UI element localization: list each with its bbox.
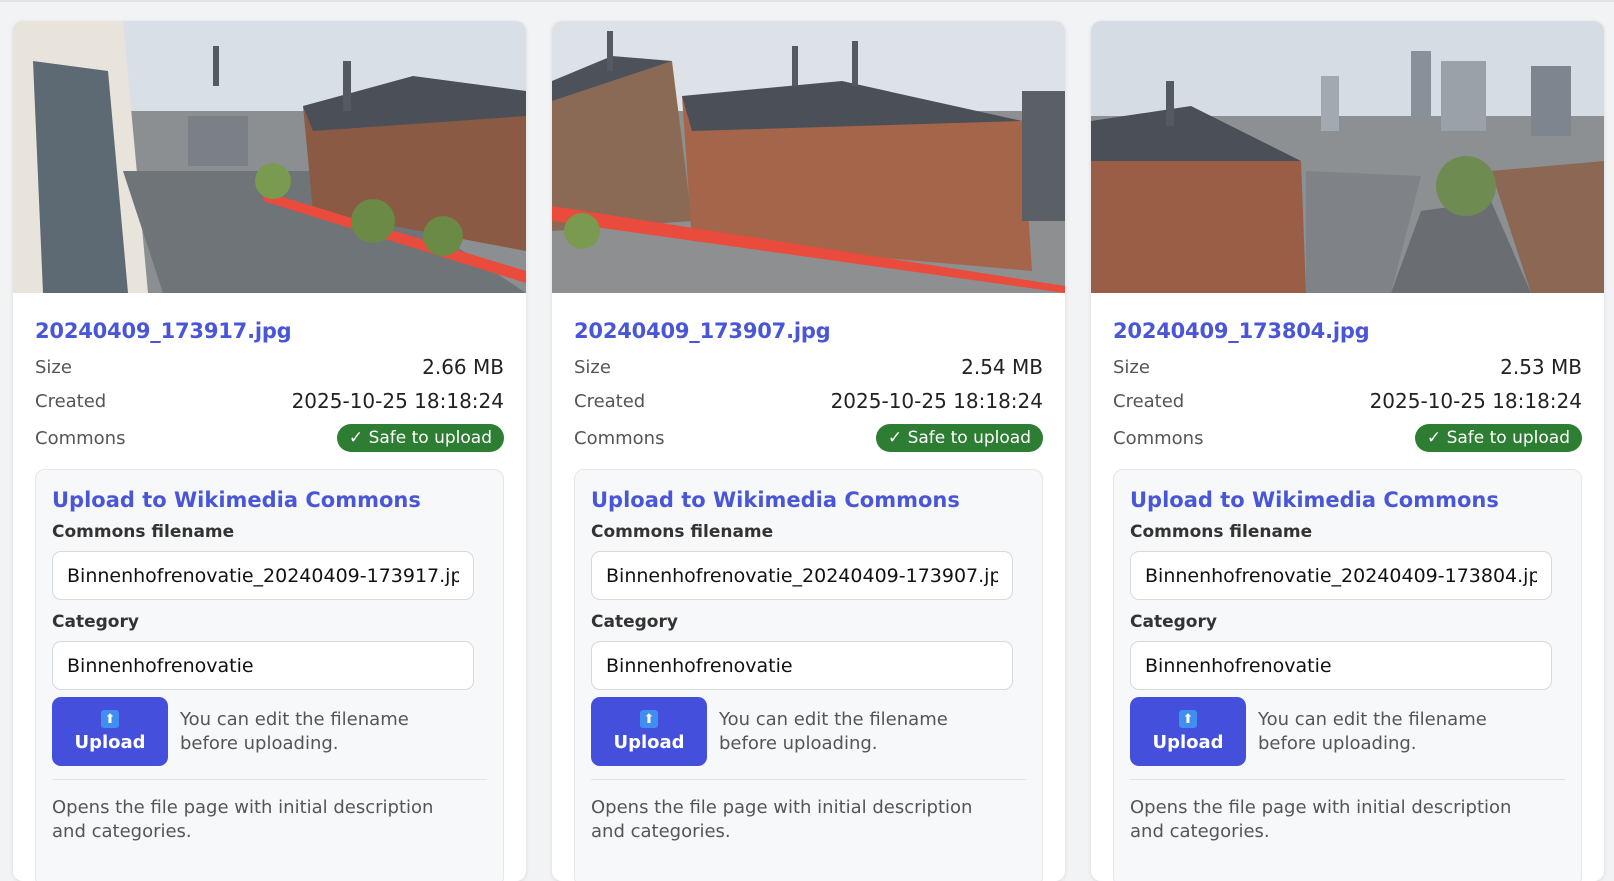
edit-hint: You can edit the filename before uploadi… xyxy=(180,708,409,754)
safe-status-badge: ✓ Safe to upload xyxy=(1414,424,1582,452)
file-card: 20240409_173907.jpg Size 2.54 MB Created… xyxy=(552,21,1065,881)
upload-description: Opens the file page with initial descrip… xyxy=(591,797,973,842)
file-name-link[interactable]: 20240409_173907.jpg xyxy=(574,319,1043,343)
commons-filename-input[interactable] xyxy=(1130,551,1552,600)
photo-thumbnail[interactable] xyxy=(1091,21,1604,293)
commons-filename-label: Commons filename xyxy=(52,522,235,542)
size-row: Size 2.53 MB xyxy=(1113,352,1582,382)
created-row: Created 2025-10-25 18:18:24 xyxy=(35,386,504,416)
file-name-link[interactable]: 20240409_173804.jpg xyxy=(1113,319,1582,343)
size-value: 2.53 MB xyxy=(1500,355,1582,379)
upload-button[interactable]: ⬆ Upload xyxy=(1130,697,1246,766)
created-label: Created xyxy=(35,390,107,412)
photo-thumbnail[interactable] xyxy=(13,21,526,293)
size-value: 2.66 MB xyxy=(422,355,504,379)
upload-button[interactable]: ⬆ Upload xyxy=(52,697,168,766)
upload-arrow-icon: ⬆ xyxy=(640,710,658,728)
created-label: Created xyxy=(1113,390,1185,412)
category-label: Category xyxy=(1130,612,1217,632)
size-row: Size 2.66 MB xyxy=(35,352,504,382)
created-value: 2025-10-25 18:18:24 xyxy=(1369,389,1582,413)
upload-button-label: Upload xyxy=(74,732,146,753)
size-label: Size xyxy=(1113,356,1150,378)
size-label: Size xyxy=(35,356,72,378)
upload-description: Opens the file page with initial descrip… xyxy=(52,797,434,842)
commons-label: Commons xyxy=(35,427,126,449)
upload-panel: Upload to Wikimedia Commons Commons file… xyxy=(35,469,504,881)
created-label: Created xyxy=(574,390,646,412)
upload-button[interactable]: ⬆ Upload xyxy=(591,697,707,766)
safe-status-badge: ✓ Safe to upload xyxy=(336,424,504,452)
category-label: Category xyxy=(52,612,139,632)
file-card: 20240409_173917.jpg Size 2.66 MB Created… xyxy=(13,21,526,881)
commons-label: Commons xyxy=(574,427,665,449)
category-input[interactable] xyxy=(52,641,474,690)
upload-button-label: Upload xyxy=(613,732,685,753)
photo-thumbnail[interactable] xyxy=(552,21,1065,293)
upload-panel-title: Upload to Wikimedia Commons xyxy=(1130,488,1499,512)
divider xyxy=(52,779,487,780)
divider xyxy=(1130,779,1565,780)
size-label: Size xyxy=(574,356,611,378)
upload-row: ⬆ Upload You can edit the filename befor… xyxy=(1130,697,1565,766)
size-value: 2.54 MB xyxy=(961,355,1043,379)
commons-row: Commons ✓ Safe to upload xyxy=(35,422,504,454)
created-value: 2025-10-25 18:18:24 xyxy=(291,389,504,413)
category-input[interactable] xyxy=(591,641,1013,690)
upload-button-label: Upload xyxy=(1152,732,1224,753)
size-row: Size 2.54 MB xyxy=(574,352,1043,382)
created-value: 2025-10-25 18:18:24 xyxy=(830,389,1043,413)
commons-label: Commons xyxy=(1113,427,1204,449)
commons-filename-label: Commons filename xyxy=(1130,522,1313,542)
upload-arrow-icon: ⬆ xyxy=(1179,710,1197,728)
edit-hint: You can edit the filename before uploadi… xyxy=(719,708,948,754)
commons-filename-input[interactable] xyxy=(591,551,1013,600)
divider xyxy=(591,779,1026,780)
commons-filename-label: Commons filename xyxy=(591,522,774,542)
file-card-grid: 20240409_173917.jpg Size 2.66 MB Created… xyxy=(13,21,1604,881)
file-name-link[interactable]: 20240409_173917.jpg xyxy=(35,319,504,343)
safe-status-badge: ✓ Safe to upload xyxy=(875,424,1043,452)
upload-row: ⬆ Upload You can edit the filename befor… xyxy=(591,697,1026,766)
upload-panel: Upload to Wikimedia Commons Commons file… xyxy=(574,469,1043,881)
commons-row: Commons ✓ Safe to upload xyxy=(1113,422,1582,454)
upload-arrow-icon: ⬆ xyxy=(101,710,119,728)
upload-panel-title: Upload to Wikimedia Commons xyxy=(591,488,960,512)
top-border xyxy=(0,0,1614,2)
upload-panel-title: Upload to Wikimedia Commons xyxy=(52,488,421,512)
category-label: Category xyxy=(591,612,678,632)
commons-row: Commons ✓ Safe to upload xyxy=(574,422,1043,454)
commons-filename-input[interactable] xyxy=(52,551,474,600)
upload-row: ⬆ Upload You can edit the filename befor… xyxy=(52,697,487,766)
upload-panel: Upload to Wikimedia Commons Commons file… xyxy=(1113,469,1582,881)
created-row: Created 2025-10-25 18:18:24 xyxy=(574,386,1043,416)
file-card: 20240409_173804.jpg Size 2.53 MB Created… xyxy=(1091,21,1604,881)
upload-description: Opens the file page with initial descrip… xyxy=(1130,797,1512,842)
created-row: Created 2025-10-25 18:18:24 xyxy=(1113,386,1582,416)
edit-hint: You can edit the filename before uploadi… xyxy=(1258,708,1487,754)
category-input[interactable] xyxy=(1130,641,1552,690)
